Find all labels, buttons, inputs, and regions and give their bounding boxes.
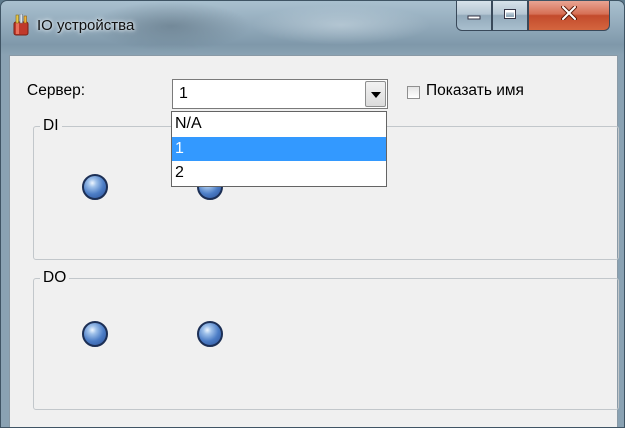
di-indicator-led (82, 174, 108, 200)
di-group-title: DI (40, 117, 62, 135)
dropdown-option-na[interactable]: N/A (172, 112, 386, 137)
caption-buttons (456, 1, 616, 32)
do-group: DO (33, 269, 619, 410)
do-indicator-led (82, 321, 108, 347)
minimize-button[interactable] (456, 1, 492, 31)
app-window: IO устройства Сервер: 1 Показать имя DI … (0, 0, 625, 428)
close-icon (561, 5, 577, 25)
show-name-checkbox[interactable] (407, 86, 420, 99)
minimize-icon (467, 7, 481, 25)
chevron-down-icon (370, 85, 381, 103)
server-combobox-value: 1 (179, 85, 188, 102)
titlebar[interactable]: IO устройства (1, 1, 624, 55)
server-combobox[interactable]: 1 (172, 79, 388, 109)
maximize-icon (503, 7, 517, 25)
maximize-button[interactable] (492, 1, 528, 31)
dropdown-option-1[interactable]: 1 (172, 136, 386, 162)
tools-icon (12, 13, 30, 36)
show-name-label[interactable]: Показать имя (426, 82, 524, 100)
dropdown-option-2[interactable]: 2 (172, 161, 386, 186)
close-button[interactable] (528, 1, 610, 31)
server-dropdown-list: N/A 1 2 (171, 111, 387, 187)
do-group-title: DO (40, 269, 70, 287)
server-label: Сервер: (27, 82, 86, 99)
combobox-dropdown-button[interactable] (365, 81, 386, 107)
window-title: IO устройства (37, 17, 135, 34)
do-indicator-led (197, 321, 223, 347)
